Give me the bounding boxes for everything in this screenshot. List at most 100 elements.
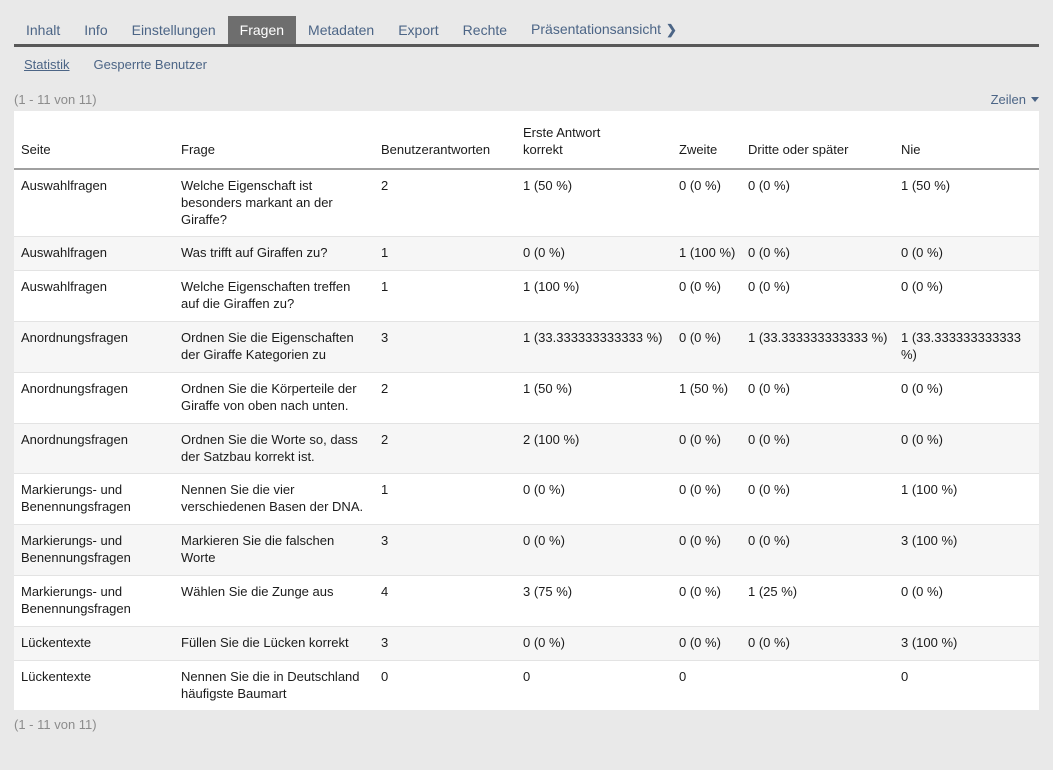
- table-row: AnordnungsfragenOrdnen Sie die Körpertei…: [14, 372, 1039, 423]
- cell-zweite: 0 (0 %): [672, 169, 741, 237]
- cell-zweite: 0 (0 %): [672, 626, 741, 660]
- tab-einstellungen[interactable]: Einstellungen: [120, 16, 228, 44]
- cell-dritte-oder-spaeter: 0 (0 %): [741, 626, 894, 660]
- tab-bar: Inhalt Info Einstellungen Fragen Metadat…: [14, 15, 1039, 47]
- cell-dritte-oder-spaeter: 0 (0 %): [741, 169, 894, 237]
- rows-dropdown-label: Zeilen: [991, 92, 1026, 107]
- pagination-bottom: (1 - 11 von 11): [14, 717, 97, 732]
- table-row: AuswahlfragenWelche Eigenschaft ist beso…: [14, 169, 1039, 237]
- pagination-top: (1 - 11 von 11): [14, 92, 97, 107]
- cell-frage: Ordnen Sie die Körperteile der Giraffe v…: [174, 372, 374, 423]
- table-row: AnordnungsfragenOrdnen Sie die Worte so,…: [14, 423, 1039, 474]
- cell-zweite: 1 (50 %): [672, 372, 741, 423]
- col-header-dritte-oder-spaeter: Dritte oder später: [741, 111, 894, 169]
- cell-zweite: 0 (0 %): [672, 525, 741, 576]
- tab-info[interactable]: Info: [72, 16, 119, 44]
- cell-frage: Füllen Sie die Lücken korrekt: [174, 626, 374, 660]
- cell-nie: 1 (100 %): [894, 474, 1039, 525]
- cell-benutzerantworten: 0: [374, 660, 516, 710]
- col-header-benutzerantworten: Benutzerantworten: [374, 111, 516, 169]
- table-controls-top: (1 - 11 von 11) Zeilen: [14, 92, 1039, 107]
- table-body: AuswahlfragenWelche Eigenschaft ist beso…: [14, 169, 1039, 711]
- cell-seite: Anordnungsfragen: [14, 423, 174, 474]
- col-header-frage: Frage: [174, 111, 374, 169]
- cell-benutzerantworten: 1: [374, 474, 516, 525]
- cell-erste-antwort-korrekt: 1 (100 %): [516, 271, 672, 322]
- cell-zweite: 0 (0 %): [672, 322, 741, 373]
- cell-seite: Lückentexte: [14, 626, 174, 660]
- cell-dritte-oder-spaeter: 0 (0 %): [741, 525, 894, 576]
- cell-nie: 1 (50 %): [894, 169, 1039, 237]
- cell-seite: Auswahlfragen: [14, 271, 174, 322]
- tab-fragen[interactable]: Fragen: [228, 16, 296, 44]
- rows-dropdown[interactable]: Zeilen: [991, 92, 1039, 107]
- cell-erste-antwort-korrekt: 0 (0 %): [516, 474, 672, 525]
- cell-frage: Welche Eigenschaft ist besonders markant…: [174, 169, 374, 237]
- tab-praesentationsansicht-label: Präsentationsansicht: [531, 21, 661, 37]
- tab-export[interactable]: Export: [386, 16, 450, 44]
- cell-seite: Anordnungsfragen: [14, 372, 174, 423]
- cell-erste-antwort-korrekt: 1 (50 %): [516, 169, 672, 237]
- tab-metadaten[interactable]: Metadaten: [296, 16, 386, 44]
- cell-benutzerantworten: 2: [374, 423, 516, 474]
- table-header-row: Seite Frage Benutzerantworten Erste Antw…: [14, 111, 1039, 169]
- cell-seite: Auswahlfragen: [14, 237, 174, 271]
- cell-dritte-oder-spaeter: 1 (33.333333333333 %): [741, 322, 894, 373]
- table-row: AuswahlfragenWas trifft auf Giraffen zu?…: [14, 237, 1039, 271]
- tab-praesentationsansicht[interactable]: Präsentationsansicht ❯: [519, 15, 689, 44]
- cell-nie: 1 (33.333333333333 %): [894, 322, 1039, 373]
- cell-erste-antwort-korrekt: 0 (0 %): [516, 626, 672, 660]
- cell-seite: Markierungs- und Benennungsfragen: [14, 525, 174, 576]
- tab-rechte[interactable]: Rechte: [451, 16, 519, 44]
- subtab-statistik[interactable]: Statistik: [24, 57, 70, 72]
- cell-benutzerantworten: 3: [374, 626, 516, 660]
- cell-frage: Nennen Sie die in Deutschland häufigste …: [174, 660, 374, 710]
- table-controls-bottom: (1 - 11 von 11): [14, 717, 1039, 732]
- cell-seite: Auswahlfragen: [14, 169, 174, 237]
- cell-erste-antwort-korrekt: 0 (0 %): [516, 237, 672, 271]
- cell-benutzerantworten: 3: [374, 525, 516, 576]
- col-header-nie: Nie: [894, 111, 1039, 169]
- col-header-zweite: Zweite: [672, 111, 741, 169]
- cell-nie: 0 (0 %): [894, 372, 1039, 423]
- cell-benutzerantworten: 2: [374, 169, 516, 237]
- cell-frage: Welche Eigenschaften treffen auf die Gir…: [174, 271, 374, 322]
- cell-seite: Markierungs- und Benennungsfragen: [14, 474, 174, 525]
- cell-dritte-oder-spaeter: 0 (0 %): [741, 474, 894, 525]
- cell-zweite: 0 (0 %): [672, 271, 741, 322]
- col-header-erste-antwort-korrekt: Erste Antwort korrekt: [516, 111, 672, 169]
- chevron-right-icon: ❯: [666, 22, 677, 37]
- table-row: AnordnungsfragenOrdnen Sie die Eigenscha…: [14, 322, 1039, 373]
- cell-frage: Ordnen Sie die Eigenschaften der Giraffe…: [174, 322, 374, 373]
- cell-benutzerantworten: 1: [374, 271, 516, 322]
- cell-benutzerantworten: 1: [374, 237, 516, 271]
- table-row: LückentexteNennen Sie die in Deutschland…: [14, 660, 1039, 710]
- cell-erste-antwort-korrekt: 3 (75 %): [516, 576, 672, 627]
- cell-frage: Markieren Sie die falschen Worte: [174, 525, 374, 576]
- cell-zweite: 0 (0 %): [672, 576, 741, 627]
- cell-nie: 0 (0 %): [894, 237, 1039, 271]
- table-row: Markierungs- und BenennungsfragenMarkier…: [14, 525, 1039, 576]
- col-header-seite: Seite: [14, 111, 174, 169]
- cell-zweite: 0 (0 %): [672, 474, 741, 525]
- cell-frage: Wählen Sie die Zunge aus: [174, 576, 374, 627]
- cell-nie: 0 (0 %): [894, 423, 1039, 474]
- subtab-gesperrte-benutzer[interactable]: Gesperrte Benutzer: [94, 57, 207, 72]
- cell-nie: 3 (100 %): [894, 626, 1039, 660]
- cell-seite: Lückentexte: [14, 660, 174, 710]
- cell-dritte-oder-spaeter: 1 (25 %): [741, 576, 894, 627]
- cell-dritte-oder-spaeter: 0 (0 %): [741, 423, 894, 474]
- cell-nie: 3 (100 %): [894, 525, 1039, 576]
- cell-nie: 0 (0 %): [894, 271, 1039, 322]
- cell-nie: 0: [894, 660, 1039, 710]
- cell-zweite: 1 (100 %): [672, 237, 741, 271]
- cell-erste-antwort-korrekt: 0 (0 %): [516, 525, 672, 576]
- tab-inhalt[interactable]: Inhalt: [14, 16, 72, 44]
- cell-frage: Was trifft auf Giraffen zu?: [174, 237, 374, 271]
- cell-dritte-oder-spaeter: 0 (0 %): [741, 237, 894, 271]
- cell-erste-antwort-korrekt: 1 (33.333333333333 %): [516, 322, 672, 373]
- cell-frage: Nennen Sie die vier verschiedenen Basen …: [174, 474, 374, 525]
- table-row: AuswahlfragenWelche Eigenschaften treffe…: [14, 271, 1039, 322]
- cell-benutzerantworten: 2: [374, 372, 516, 423]
- cell-frage: Ordnen Sie die Worte so, dass der Satzba…: [174, 423, 374, 474]
